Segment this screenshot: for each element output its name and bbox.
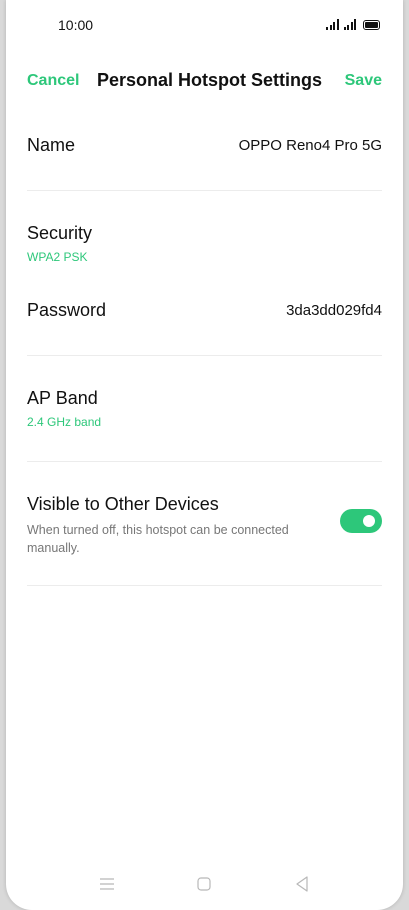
security-setting-row[interactable]: Security WPA2 PSK bbox=[27, 223, 382, 264]
bottom-nav-bar bbox=[6, 872, 403, 896]
divider bbox=[27, 190, 382, 191]
status-bar: 10:00 bbox=[6, 0, 403, 52]
security-value: WPA2 PSK bbox=[27, 250, 88, 264]
visible-setting-row: Visible to Other Devices When turned off… bbox=[27, 494, 382, 557]
password-setting-row[interactable]: Password 3da3dd029fd4 bbox=[27, 300, 382, 321]
visible-label: Visible to Other Devices bbox=[27, 494, 219, 514]
menu-icon[interactable] bbox=[95, 872, 119, 896]
password-value: 3da3dd029fd4 bbox=[286, 302, 382, 319]
save-button[interactable]: Save bbox=[345, 72, 382, 90]
signal-icon bbox=[343, 18, 356, 30]
page-title: Personal Hotspot Settings bbox=[97, 70, 323, 90]
cancel-button[interactable]: Cancel bbox=[27, 72, 79, 90]
battery-icon bbox=[363, 20, 380, 30]
divider bbox=[27, 355, 382, 356]
toggle-knob bbox=[363, 515, 375, 527]
signal-icon bbox=[326, 18, 339, 30]
ap-band-value: 2.4 GHz band bbox=[27, 415, 102, 429]
visible-description: When turned off, this hotspot can be con… bbox=[27, 523, 289, 555]
status-icons bbox=[326, 16, 380, 30]
name-value: OPPO Reno4 Pro 5G bbox=[238, 137, 382, 154]
divider bbox=[27, 461, 382, 462]
header-bar: Cancel Personal Hotspot Settings Save bbox=[6, 66, 403, 96]
ap-band-setting-row[interactable]: AP Band 2.4 GHz band bbox=[27, 388, 382, 429]
back-icon[interactable] bbox=[290, 872, 314, 896]
security-label: Security bbox=[27, 223, 93, 243]
visible-toggle[interactable] bbox=[340, 509, 382, 533]
status-time: 10:00 bbox=[58, 17, 94, 33]
phone-screen: 10:00 Cancel Personal Hotspot Settings S… bbox=[6, 0, 403, 910]
ap-band-label: AP Band bbox=[27, 388, 98, 408]
name-setting-row[interactable]: Name OPPO Reno4 Pro 5G bbox=[27, 135, 382, 156]
divider bbox=[27, 585, 382, 586]
home-icon[interactable] bbox=[192, 872, 216, 896]
